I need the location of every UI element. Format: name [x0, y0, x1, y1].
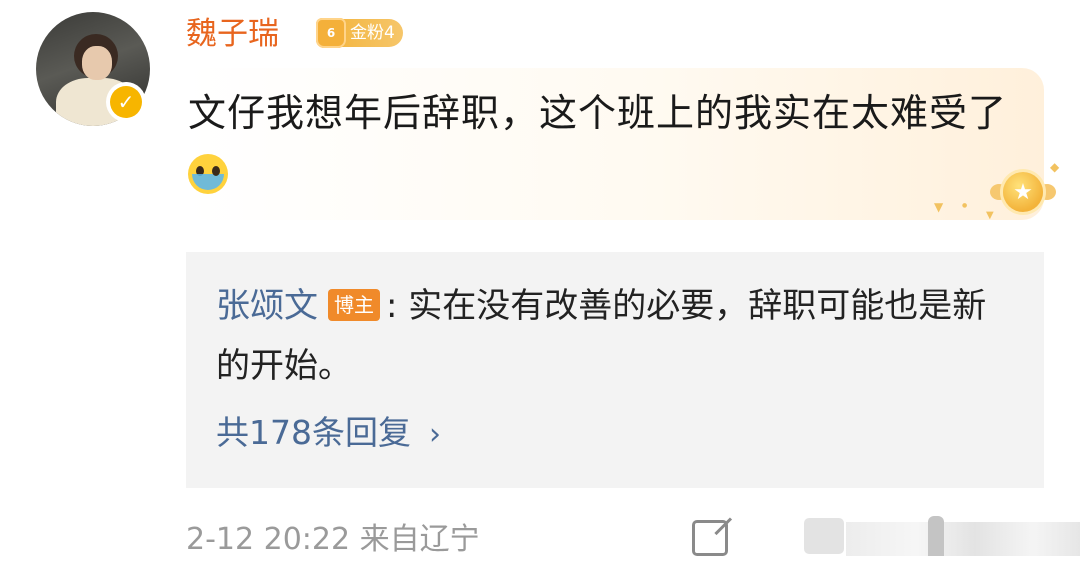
sparkle-icon: ▼	[934, 200, 944, 214]
verified-badge-icon: ✓	[106, 82, 146, 122]
author-badge: 博主	[328, 289, 380, 321]
sparkle-icon: ●	[962, 202, 968, 209]
sparkle-icon: ◆	[1050, 160, 1060, 174]
sparkle-icon: ▼	[986, 210, 994, 221]
comment-icon[interactable]	[804, 518, 844, 554]
username[interactable]: 魏子瑞	[186, 14, 279, 54]
like-icon[interactable]	[928, 516, 944, 556]
crown-badge-icon: 6	[316, 18, 346, 48]
star-medal-icon: ★	[990, 168, 1056, 218]
reply-author[interactable]: 张颂文	[216, 286, 318, 326]
crying-face-emoji	[188, 154, 228, 194]
view-replies-link[interactable]: 共178条回复 ›	[216, 410, 441, 458]
comment-text[interactable]: 文仔我想年后辞职，这个班上的我实在太难受了	[188, 82, 1018, 206]
reply-preview[interactable]: 张颂文 博主: 实在没有改善的必要，辞职可能也是新的开始。	[216, 276, 1016, 396]
medal-disc: ★	[1003, 172, 1043, 212]
avatar-face-shape	[82, 46, 112, 80]
fan-badge-label: 金粉4	[338, 19, 403, 47]
verified-check: ✓	[110, 86, 142, 118]
chevron-right-icon: ›	[429, 417, 441, 452]
comment-timestamp: 2-12 20:22 来自辽宁	[186, 522, 480, 557]
comment-body: 文仔我想年后辞职，这个班上的我实在太难受了	[188, 91, 1008, 135]
share-icon[interactable]	[692, 520, 728, 556]
action-bar-blurred	[846, 522, 1080, 556]
reply-count-label: 共178条回复	[216, 413, 411, 452]
fan-badge[interactable]: 6 金粉4	[316, 16, 403, 50]
